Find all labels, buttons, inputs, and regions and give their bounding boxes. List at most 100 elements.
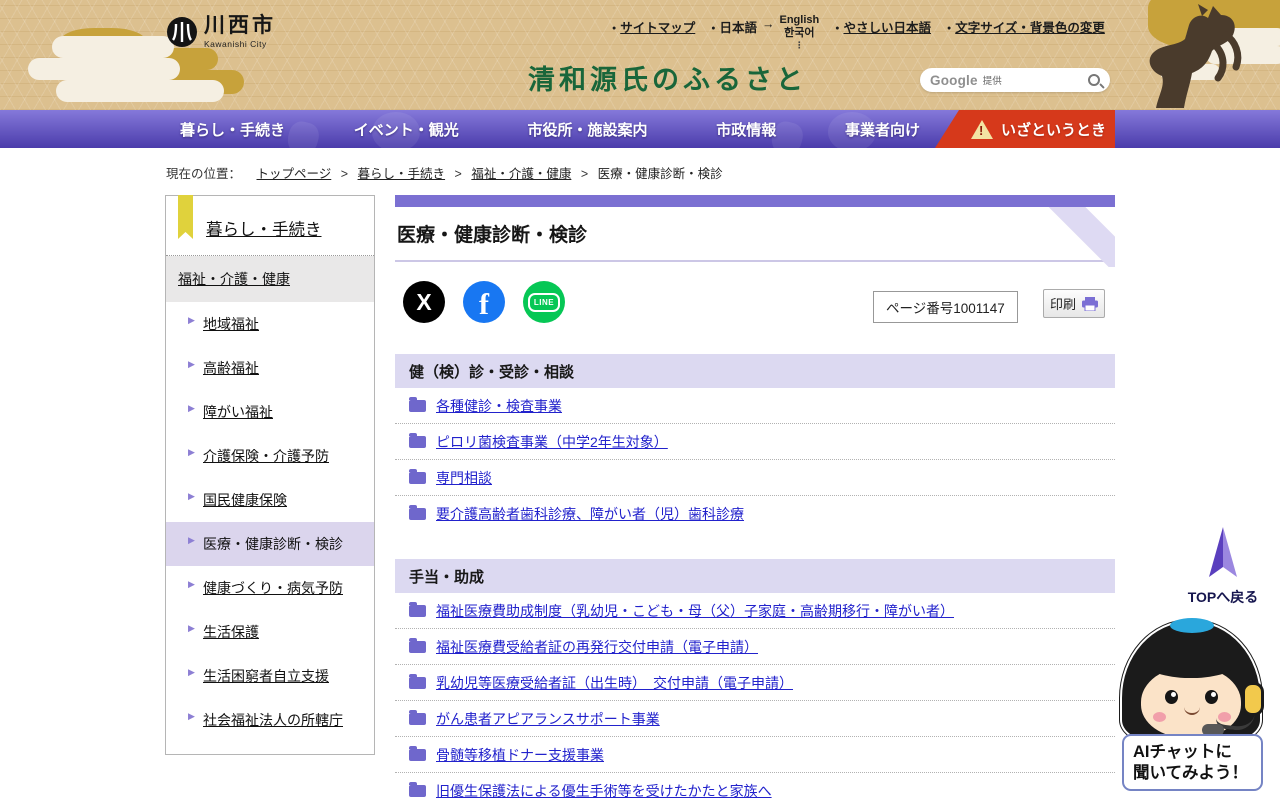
- sidebar-item-kenko[interactable]: ▶ 健康づくり・病気予防: [166, 566, 374, 610]
- warning-icon: [971, 119, 993, 139]
- site-search[interactable]: Google 提供: [920, 68, 1110, 92]
- content-link[interactable]: 福祉医療費受給者証の再発行交付申請（電子申請）: [436, 637, 758, 657]
- nav-item-shiyakusho[interactable]: 市役所・施設案内: [527, 119, 647, 140]
- list-item: 骨髄等移植ドナー支援事業: [395, 737, 1115, 773]
- korean-link[interactable]: 한국어: [784, 27, 814, 40]
- search-input[interactable]: [1001, 71, 1088, 89]
- print-button[interactable]: 印刷: [1043, 289, 1105, 318]
- folder-icon: [409, 673, 426, 689]
- breadcrumb-prefix: 現在の位置：: [166, 167, 242, 181]
- breadcrumb-kurashi[interactable]: 暮らし・手続き: [358, 167, 446, 181]
- triangle-bullet-icon: ▶: [188, 491, 195, 501]
- mascot-hat: [1170, 618, 1214, 633]
- page-title: 医療・健康診断・検診: [397, 225, 588, 246]
- sitemap-link[interactable]: サイトマップ: [612, 17, 695, 36]
- sidebar-item-kokuho[interactable]: ▶ 国民健康保険: [166, 478, 374, 522]
- list-item: 旧優生保護法による優生手術等を受けたかたと家族へ: [395, 773, 1115, 800]
- search-icon[interactable]: [1088, 74, 1100, 86]
- google-logo: Google: [930, 72, 978, 88]
- folder-icon: [409, 782, 426, 797]
- sidebar-item-konkyusha[interactable]: ▶ 生活困窮者自立支援: [166, 654, 374, 698]
- sidebar-item-kaigo[interactable]: ▶ 介護保険・介護予防: [166, 434, 374, 478]
- easy-japanese-link[interactable]: やさしい日本語: [835, 17, 931, 36]
- more-languages-icon[interactable]: ⋮: [795, 40, 804, 51]
- triangle-bullet-icon: ▶: [188, 359, 195, 369]
- content-link[interactable]: 旧優生保護法による優生手術等を受けたかたと家族へ: [436, 781, 772, 800]
- nav-item-emergency[interactable]: いざというとき: [935, 110, 1115, 148]
- x-share-icon[interactable]: X: [403, 281, 445, 323]
- breadcrumb-fukushi[interactable]: 福祉・介護・健康: [471, 167, 571, 181]
- printer-icon: [1082, 296, 1098, 311]
- google-provided-label: 提供: [982, 76, 1002, 87]
- content-link[interactable]: 要介護高齢者歯科診療、障がい者（児）歯科診療: [436, 504, 744, 524]
- nav-item-shisei[interactable]: 市政情報: [716, 119, 776, 140]
- content-link[interactable]: 専門相談: [436, 468, 492, 488]
- triangle-bullet-icon: ▶: [188, 315, 195, 325]
- main-content: 医療・健康診断・検診 X f LINE ページ番号1001147 印刷 健（検）…: [395, 195, 1115, 800]
- facebook-share-icon[interactable]: f: [463, 281, 505, 323]
- language-switcher: 日本語 → English 한국어 ⋮: [711, 14, 820, 51]
- city-logo[interactable]: 川西市 Kawanishi City: [166, 14, 276, 49]
- triangle-bullet-icon: ▶: [188, 711, 195, 721]
- line-share-icon[interactable]: LINE: [523, 281, 565, 323]
- japanese-label: 日本語: [711, 17, 757, 36]
- section-heading-teate: 手当・助成: [395, 559, 1115, 593]
- list-item: 専門相談: [395, 460, 1115, 496]
- back-to-top-button[interactable]: TOPへ戻る: [1186, 527, 1260, 607]
- breadcrumb: 現在の位置： トップページ > 暮らし・手続き > 福祉・介護・健康 > 医療・…: [166, 163, 723, 182]
- utility-links: サイトマップ 日本語 → English 한국어 ⋮ やさしい日本語 文字サイズ…: [612, 14, 1105, 51]
- list-item: 乳幼児等医療受給者証（出生時） 交付申請（電子申請）: [395, 665, 1115, 701]
- kawanishi-city-page: 川西市 Kawanishi City サイトマップ 日本語 → English …: [0, 0, 1280, 800]
- site-header: 川西市 Kawanishi City サイトマップ 日本語 → English …: [0, 0, 1280, 110]
- city-tagline: 清和源氏のふるさと: [528, 65, 807, 96]
- share-toolbar: X f LINE ページ番号1001147 印刷: [395, 281, 1115, 327]
- up-arrow-icon: [1209, 527, 1237, 577]
- triangle-bullet-icon: ▶: [188, 535, 195, 545]
- content-link[interactable]: 福祉医療費助成制度（乳幼児・こども・母（父）子家庭・高齢期移行・障がい者）: [436, 601, 954, 621]
- sidebar-category[interactable]: 福祉・介護・健康: [166, 256, 374, 302]
- sidebar-item-seikatsuhogo[interactable]: ▶ 生活保護: [166, 610, 374, 654]
- nav-item-kurashi[interactable]: 暮らし・手続き: [180, 119, 285, 140]
- sidebar-item-korei[interactable]: ▶ 高齢福祉: [166, 346, 374, 390]
- english-link[interactable]: English: [780, 14, 820, 27]
- content-link[interactable]: ピロリ菌検査事業（中学2年生対象）: [436, 432, 668, 452]
- breadcrumb-home[interactable]: トップページ: [257, 167, 332, 181]
- sidebar-item-iryo-current[interactable]: ▶ 医療・健康診断・検診: [166, 522, 374, 566]
- nav-item-event[interactable]: イベント・観光: [354, 119, 459, 140]
- ai-chat-widget[interactable]: AIチャットに 聞いてみよう！: [1118, 610, 1268, 792]
- folder-icon: [409, 709, 426, 725]
- page-number-badge: ページ番号1001147: [873, 291, 1018, 323]
- list-item: ピロリ菌検査事業（中学2年生対象）: [395, 424, 1115, 460]
- triangle-bullet-icon: ▶: [188, 667, 195, 677]
- list-item: 福祉医療費受給者証の再発行交付申請（電子申請）: [395, 629, 1115, 665]
- sidebar-title-kurashi[interactable]: 暮らし・手続き: [206, 221, 322, 239]
- city-name-english: Kawanishi City: [204, 39, 267, 50]
- mascot-blush: [1153, 712, 1166, 722]
- sidebar-item-shakaifukushi[interactable]: ▶ 社会福祉法人の所轄庁: [166, 698, 374, 742]
- folder-icon: [409, 468, 426, 484]
- folder-icon: [409, 745, 426, 761]
- content-link[interactable]: 骨髄等移植ドナー支援事業: [436, 745, 604, 765]
- content-link[interactable]: がん患者アピアランスサポート事業: [436, 709, 660, 729]
- sidebar: 暮らし・手続き 福祉・介護・健康 ▶ 地域福祉 ▶ 高齢福祉 ▶ 障がい福祉 ▶ 介護保…: [165, 195, 375, 755]
- content-link[interactable]: 乳幼児等医療受給者証（出生時） 交付申請（電子申請）: [436, 673, 793, 693]
- list-item: がん患者アピアランスサポート事業: [395, 701, 1115, 737]
- sidebar-item-chiiki[interactable]: ▶ 地域福祉: [166, 302, 374, 346]
- ai-chat-bubble[interactable]: AIチャットに 聞いてみよう！: [1122, 734, 1263, 792]
- folder-icon: [409, 432, 426, 448]
- folder-icon: [409, 396, 426, 412]
- mascot-eye: [1205, 690, 1218, 704]
- nav-item-jigyosha[interactable]: 事業者向け: [845, 119, 920, 140]
- sidebar-item-shogai[interactable]: ▶ 障がい福祉: [166, 390, 374, 434]
- mascot-headset-icon: [1242, 682, 1264, 716]
- sidebar-category-link[interactable]: 福祉・介護・健康: [178, 271, 290, 287]
- white-cloud-decoration: [52, 36, 174, 58]
- folder-icon: [409, 505, 426, 520]
- folder-icon: [409, 601, 426, 617]
- content-link[interactable]: 各種健診・検査事業: [436, 396, 562, 416]
- triangle-bullet-icon: ▶: [188, 447, 195, 457]
- triangle-bullet-icon: ▶: [188, 579, 195, 589]
- text-size-link[interactable]: 文字サイズ・背景色の変更: [947, 17, 1105, 36]
- breadcrumb-separator: >: [340, 167, 349, 181]
- breadcrumb-separator: >: [580, 167, 589, 181]
